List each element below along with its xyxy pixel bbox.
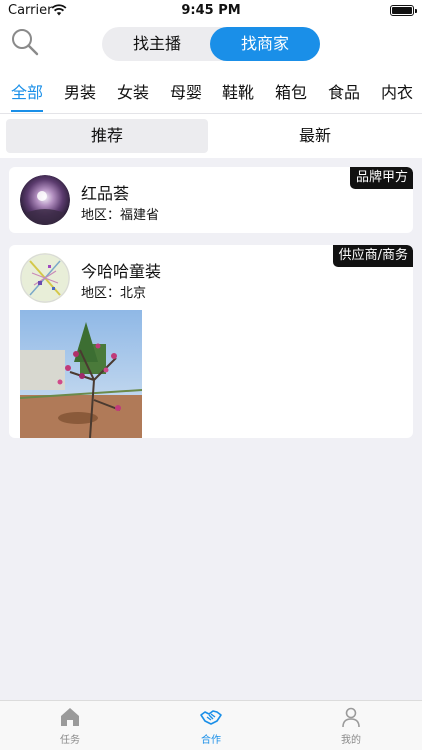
category-tab-underwear[interactable]: 内衣 (381, 79, 413, 103)
category-tab-menswear[interactable]: 男装 (64, 79, 96, 103)
merchant-region: 地区：福建省 (81, 208, 160, 223)
merchant-region: 地区：北京 (81, 286, 147, 301)
clock: 9:45 PM (181, 3, 241, 18)
merchant-card[interactable]: 红品荟 地区：福建省 品牌甲方 (9, 167, 413, 233)
merchant-name: 红品荟 (81, 184, 130, 203)
find-merchant-option[interactable]: 找商家 (210, 27, 320, 61)
active-tab-indicator (11, 110, 43, 112)
category-tab-womenswear[interactable]: 女装 (117, 79, 149, 103)
tab-label: 任务 (60, 735, 80, 746)
category-tab-shoes[interactable]: 鞋靴 (222, 79, 254, 103)
sort-latest-button[interactable]: 最新 (214, 119, 416, 153)
category-tab-maternity[interactable]: 母婴 (170, 79, 202, 103)
merchant-card[interactable]: 今哈哈童装 地区：北京 供应商/商务 (9, 245, 413, 438)
category-tab-bags[interactable]: 箱包 (275, 79, 307, 103)
bottom-tab-bar: 任务 合作 我的 (0, 700, 422, 750)
sort-recommended-button[interactable]: 推荐 (6, 119, 208, 153)
merchant-type-tag: 品牌甲方 (349, 167, 413, 189)
merchant-type-tag: 供应商/商务 (332, 245, 413, 267)
status-bar: Carrier 9:45 PM (0, 0, 422, 22)
streamer-merchant-toggle: 找主播 找商家 (102, 27, 320, 61)
category-tab-food[interactable]: 食品 (328, 79, 360, 103)
battery-icon (390, 5, 417, 16)
home-icon (61, 708, 79, 726)
sort-bar: 推荐 最新 (0, 114, 422, 158)
merchant-avatar (20, 253, 70, 303)
merchant-name: 今哈哈童装 (81, 262, 162, 281)
tab-mine[interactable]: 我的 (311, 705, 391, 749)
search-icon[interactable] (10, 27, 40, 57)
tab-label: 合作 (201, 735, 221, 746)
find-streamer-option[interactable]: 找主播 (102, 27, 212, 61)
category-tab-all[interactable]: 全部 (11, 79, 43, 103)
tab-label: 我的 (341, 735, 361, 746)
merchant-photo[interactable] (20, 310, 142, 438)
handshake-icon (200, 710, 222, 725)
top-header: 找主播 找商家 (0, 22, 422, 66)
tab-cooperation[interactable]: 合作 (171, 705, 251, 749)
category-tabs: 全部 男装 女装 母婴 鞋靴 箱包 食品 内衣 (0, 66, 422, 114)
user-icon (342, 707, 360, 728)
tab-tasks[interactable]: 任务 (30, 705, 110, 749)
merchant-avatar (20, 175, 70, 225)
